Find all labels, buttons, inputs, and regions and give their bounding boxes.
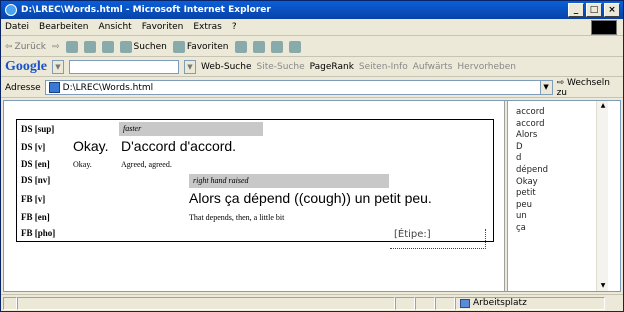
row-label-fb-v: FB [v] (21, 194, 46, 204)
row-label-fb-pho: FB [pho] (21, 228, 56, 238)
word-item[interactable]: D (516, 142, 548, 154)
row-label-fb-en: FB [en] (21, 212, 50, 222)
highlight-button[interactable]: Hervorheben (457, 62, 516, 72)
chevron-down-icon[interactable]: ▼ (539, 81, 552, 94)
page-icon (48, 82, 60, 93)
chevron-down-icon[interactable]: ▼ (184, 60, 196, 74)
status-bar: Arbeitsplatz (1, 294, 623, 311)
title-bar: D:\LREC\Words.html - Microsoft Internet … (1, 1, 623, 19)
minimize-button[interactable]: _ (568, 3, 584, 17)
window-title: D:\LREC\Words.html - Microsoft Internet … (21, 5, 271, 15)
close-button[interactable]: × (604, 3, 620, 17)
back-button[interactable]: ⇦ Zurück (5, 42, 46, 52)
word-item[interactable]: Alors (516, 130, 548, 142)
page-info-button[interactable]: Seiten-Info (359, 62, 408, 72)
maximize-button[interactable]: □ (586, 3, 602, 17)
transcript-frame: DS [sup] faster DS [v] Okay. D'accord d'… (4, 101, 504, 291)
zone-label: Arbeitsplatz (473, 298, 527, 308)
scroll-down-icon[interactable]: ▼ (597, 281, 609, 291)
row-label-ds-sup: DS [sup] (21, 124, 55, 134)
computer-icon (460, 298, 470, 308)
windows-logo-icon (591, 20, 617, 35)
up-button[interactable]: Aufwärts (413, 62, 453, 72)
ds-en-agreed: Agreed, agreed. (121, 160, 172, 169)
page-status-icon (3, 296, 17, 310)
ds-sup-text: faster (119, 122, 263, 136)
zone-indicator: Arbeitsplatz (455, 296, 605, 310)
stop-icon[interactable] (65, 40, 78, 53)
back-arrow-icon: ⇦ (5, 41, 13, 52)
ds-en-okay: Okay. (73, 160, 92, 169)
fb-v-text: Alors ça dépend ((cough)) un petit peu. (189, 190, 432, 206)
chevron-down-icon[interactable]: ▼ (52, 60, 64, 74)
address-input[interactable]: D:\LREC\Words.html ▼ (44, 80, 553, 95)
status-segment (415, 296, 435, 310)
menu-favoriten[interactable]: Favoriten (142, 22, 184, 32)
favorites-button[interactable]: Favoriten (172, 40, 229, 53)
phonetic-field[interactable]: [Étipe:] (390, 229, 486, 249)
word-item[interactable]: accord (516, 107, 548, 119)
word-item[interactable]: d (516, 153, 548, 165)
mail-icon[interactable] (252, 40, 265, 53)
google-logo[interactable]: Google (5, 59, 47, 75)
ds-v-daccord: D'accord d'accord. (121, 138, 237, 154)
status-segment (395, 296, 415, 310)
standard-toolbar: ⇦ Zurück ⇨ Suchen Favoriten (1, 37, 623, 57)
menu-extras[interactable]: Extras (193, 22, 221, 32)
go-button[interactable]: ⇨ Wechseln zu (557, 78, 623, 98)
word-item[interactable]: un (516, 211, 548, 223)
forward-arrow-icon: ⇨ (51, 41, 60, 52)
menu-bar: Datei Bearbeiten Ansicht Favoriten Extra… (1, 19, 623, 36)
pagerank-indicator: PageRank (309, 62, 354, 72)
ds-v-okay: Okay. (73, 138, 109, 154)
address-bar: Adresse D:\LREC\Words.html ▼ ⇨ Wechseln … (1, 78, 623, 98)
home-icon[interactable] (101, 40, 114, 53)
word-item[interactable]: Okay (516, 177, 548, 189)
menu-ansicht[interactable]: Ansicht (98, 22, 131, 32)
status-segment (435, 296, 455, 310)
scroll-up-icon[interactable]: ▲ (597, 101, 609, 111)
menu-help[interactable]: ? (232, 22, 237, 32)
row-label-ds-v: DS [v] (21, 142, 46, 152)
menu-datei[interactable]: Datei (5, 22, 29, 32)
row-label-ds-en: DS [en] (21, 159, 50, 169)
print-icon[interactable] (270, 40, 283, 53)
word-item[interactable]: dépend (516, 165, 548, 177)
ie-icon (5, 4, 17, 16)
row-label-ds-nv: DS [nv] (21, 175, 51, 185)
google-search-input[interactable] (69, 60, 179, 74)
word-item[interactable]: petit (516, 188, 548, 200)
menu-bearbeiten[interactable]: Bearbeiten (39, 22, 88, 32)
vertical-scrollbar[interactable]: ▲ ▼ (596, 101, 608, 291)
browser-window: D:\LREC\Words.html - Microsoft Internet … (0, 0, 624, 312)
web-search-button[interactable]: Web-Suche (201, 62, 251, 72)
search-icon (119, 40, 132, 53)
favorites-icon (172, 40, 185, 53)
history-icon[interactable] (234, 40, 247, 53)
status-text-area (17, 296, 395, 310)
word-item[interactable]: ça (516, 223, 548, 235)
site-search-button[interactable]: Site-Suche (256, 62, 304, 72)
refresh-icon[interactable] (83, 40, 96, 53)
search-button[interactable]: Suchen (119, 40, 167, 53)
go-arrow-icon: ⇨ (556, 77, 565, 88)
word-item[interactable]: accord (516, 119, 548, 131)
word-list: accord accord Alors D d dépend Okay peti… (516, 107, 548, 235)
address-label: Adresse (5, 82, 41, 93)
address-value: D:\LREC\Words.html (62, 82, 154, 93)
forward-button[interactable]: ⇨ (52, 42, 60, 52)
page-content: DS [sup] faster DS [v] Okay. D'accord d'… (3, 100, 621, 292)
fb-en-text: That depends, then, a little bit (189, 213, 285, 222)
ds-nv-text: right hand raised (189, 174, 389, 188)
edit-icon[interactable] (288, 40, 301, 53)
transcript-table: DS [sup] faster DS [v] Okay. D'accord d'… (16, 119, 494, 242)
word-list-frame: accord accord Alors D d dépend Okay peti… (508, 101, 608, 291)
google-toolbar: Google ▼ ▼ Web-Suche Site-Suche PageRank… (1, 58, 623, 77)
word-item[interactable]: peu (516, 200, 548, 212)
